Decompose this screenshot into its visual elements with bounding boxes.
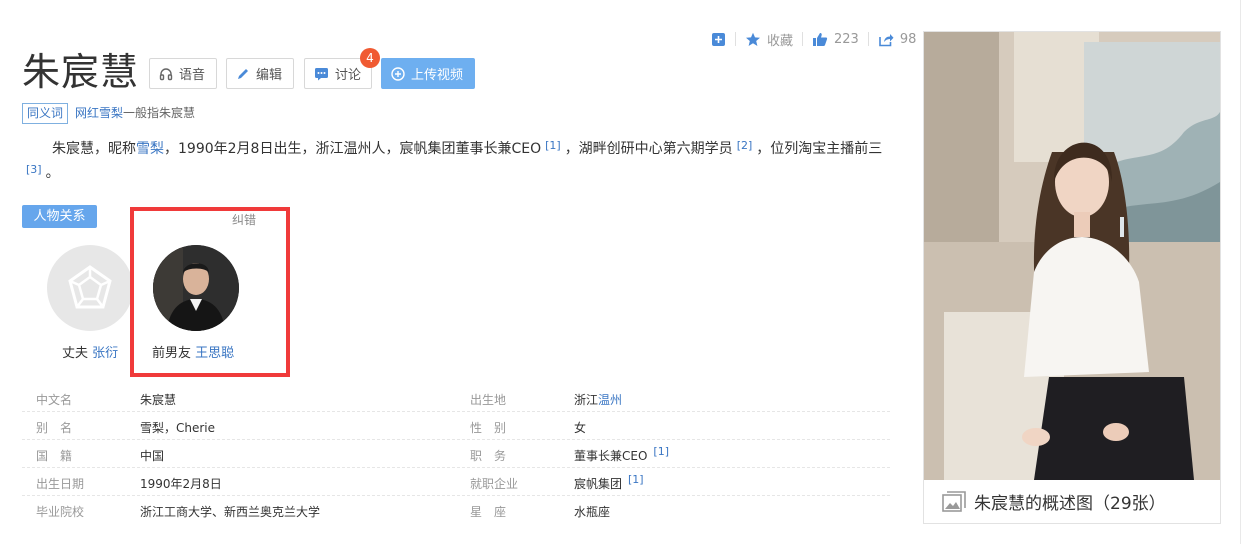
info-value: 女 <box>574 421 587 435</box>
info-value-link[interactable]: 浙江工商大学、新西兰奥克兰大学 <box>140 503 320 520</box>
plus-circle-icon <box>391 66 405 81</box>
info-value-link[interactable]: 水瓶座 <box>574 503 610 520</box>
divider <box>802 32 804 46</box>
thumbs-up-icon <box>813 32 828 46</box>
discuss-count-badge: 4 <box>360 48 380 68</box>
synonym-term-link[interactable]: 网红雪梨 <box>75 106 123 120</box>
info-key: 职 务 <box>470 449 507 463</box>
info-key: 性 别 <box>470 421 507 435</box>
info-value: 宸帆集团 [1] <box>574 473 644 492</box>
page-title: 朱宸慧 <box>22 50 140 94</box>
album-caption[interactable]: 朱宸慧的概述图（29张） <box>942 489 1166 514</box>
edit-label: 编辑 <box>256 68 283 83</box>
share-button[interactable]: 98 <box>878 31 917 47</box>
info-key: 国 籍 <box>36 449 73 463</box>
voice-button[interactable]: 语音 <box>149 58 217 89</box>
collect-button[interactable]: 收藏 <box>745 30 793 49</box>
info-value: 朱宸慧 <box>140 393 177 407</box>
info-row: 别 名 雪梨，Cherie 性 别 女 <box>22 412 890 440</box>
edit-button[interactable]: 编辑 <box>226 58 294 89</box>
page-scrollbar-track[interactable] <box>1240 0 1241 544</box>
info-row: 中文名 朱宸慧 出生地 浙江温州 <box>22 384 890 412</box>
relation-name-link[interactable]: 张衍 <box>92 346 118 361</box>
reference-2[interactable]: [2] <box>737 139 753 152</box>
info-row: 毕业院校 浙江工商大学、新西兰奥克兰大学 星 座 水瓶座 <box>22 496 890 524</box>
info-key: 星 座 <box>470 505 507 519</box>
person-placeholder-icon <box>68 265 112 309</box>
voice-label: 语音 <box>179 68 206 83</box>
synonym-tag: 同义词 <box>22 103 69 124</box>
info-value-text: 宸帆集团 <box>574 477 623 491</box>
relationships-tag: 人物关系 <box>22 205 97 228</box>
reference-1[interactable]: [1] <box>545 139 561 152</box>
summary-text: 。 <box>45 165 60 181</box>
share-icon <box>879 33 894 46</box>
info-value-link[interactable]: 温州 <box>598 393 622 407</box>
synonym-description: 一般指朱宸慧 <box>123 106 196 120</box>
reference-link[interactable]: [1] <box>628 473 644 486</box>
info-row: 出生日期 1990年2月8日 就职企业 宸帆集团 [1] <box>22 468 890 496</box>
info-key: 毕业院校 <box>36 505 85 519</box>
album-caption-text: 朱宸慧的概述图（29张） <box>974 494 1166 514</box>
info-value-text: 浙江 <box>574 393 599 407</box>
info-value: 1990年2月8日 <box>140 477 222 491</box>
info-key: 出生日期 <box>36 477 85 491</box>
collect-label: 收藏 <box>767 33 794 49</box>
like-count: 223 <box>834 31 859 47</box>
discuss-label: 讨论 <box>335 68 362 83</box>
nickname-link[interactable]: 雪梨 <box>136 141 164 157</box>
star-icon <box>746 32 760 46</box>
upload-video-label: 上传视频 <box>411 68 464 83</box>
summary-text: ，湖畔创研中心第六期学员 <box>564 141 733 157</box>
pencil-icon <box>238 68 248 79</box>
info-value-text: 董事长兼CEO <box>574 449 648 463</box>
highlight-box <box>130 207 290 377</box>
info-value: 浙江温州 <box>574 391 622 408</box>
image-icon <box>942 490 966 512</box>
divider <box>735 32 736 46</box>
summary-text: ，1990年2月8日出生，浙江温州人，宸帆集团董事长兼CEO <box>164 141 542 157</box>
upload-video-button[interactable]: 上传视频 <box>381 58 475 89</box>
portrait-photo[interactable] <box>924 32 1220 480</box>
info-value-link[interactable]: 中国 <box>140 447 164 464</box>
info-value: 董事长兼CEO [1] <box>574 445 669 464</box>
relation-type: 丈夫 <box>62 346 89 361</box>
info-key: 别 名 <box>36 421 73 435</box>
info-key: 出生地 <box>470 393 507 407</box>
summary-paragraph: 朱宸慧，昵称雪梨，1990年2月8日出生，浙江温州人，宸帆集团董事长兼CEO [1… <box>22 137 892 185</box>
reference-3[interactable]: [3] <box>26 163 42 176</box>
chat-icon <box>315 67 328 80</box>
info-key: 就职企业 <box>470 477 519 491</box>
portrait-image <box>924 32 1220 480</box>
info-key: 中文名 <box>36 393 73 407</box>
info-value: 雪梨，Cherie <box>140 421 216 435</box>
reference-link[interactable]: [1] <box>653 445 669 458</box>
synonym-line: 网红雪梨一般指朱宸慧 <box>75 103 195 124</box>
action-bar: 收藏 223 98 <box>711 29 916 49</box>
relation-item-1[interactable]: 丈夫 张衍 <box>62 342 118 361</box>
share-count: 98 <box>899 31 917 47</box>
add-box-icon[interactable] <box>711 32 726 47</box>
avatar-placeholder[interactable] <box>47 245 133 331</box>
info-row: 国 籍 中国 职 务 董事长兼CEO [1] <box>22 440 890 468</box>
summary-text: ，位列淘宝主播前三 <box>756 141 883 157</box>
divider <box>867 32 869 46</box>
like-button[interactable]: 223 <box>812 32 859 47</box>
album-panel[interactable]: 朱宸慧的概述图（29张） <box>923 31 1221 524</box>
headphones-icon <box>159 67 173 80</box>
summary-text: 朱宸慧，昵称 <box>52 141 136 157</box>
